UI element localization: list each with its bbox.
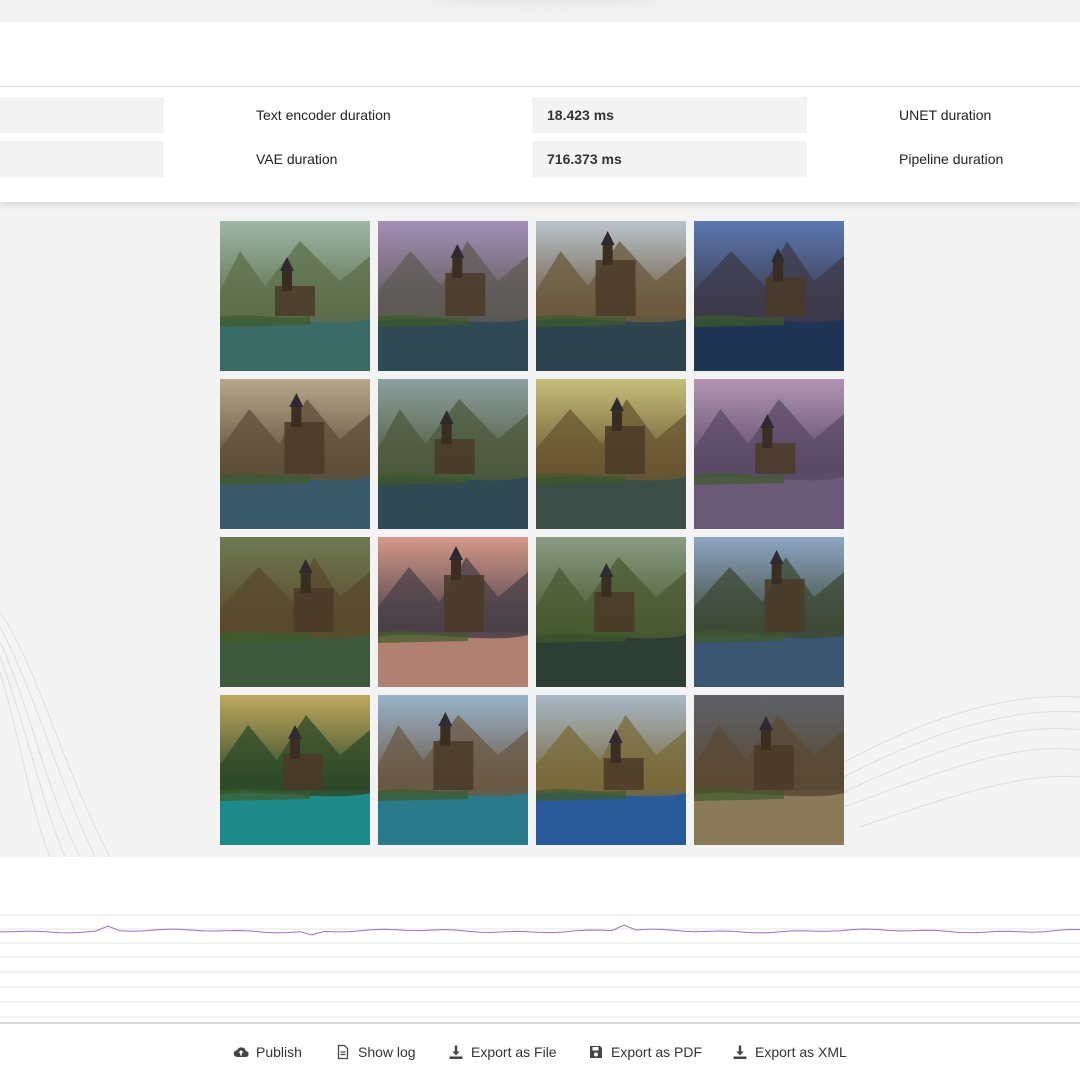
gallery-thumbnail[interactable] <box>220 221 370 371</box>
vae-value: 716.373 ms <box>547 151 622 167</box>
castle-lake-image <box>694 695 844 845</box>
castle-lake-image <box>220 221 370 371</box>
top-strip <box>0 0 1080 22</box>
gallery-thumbnail[interactable] <box>220 379 370 529</box>
castle-lake-image <box>536 695 686 845</box>
gallery-thumbnail[interactable] <box>378 379 528 529</box>
castle-lake-image <box>378 537 528 687</box>
download-icon <box>732 1044 748 1060</box>
vae-label: VAE duration <box>256 151 338 167</box>
gallery-thumbnail[interactable] <box>220 695 370 845</box>
publish-label: Publish <box>256 1044 302 1060</box>
text-encoder-label: Text encoder duration <box>256 107 391 123</box>
gallery-thumbnail[interactable] <box>694 221 844 371</box>
pipeline-label: Pipeline duration <box>899 151 1004 167</box>
metrics-line-chart <box>0 914 1080 1018</box>
publish-button[interactable]: Publish <box>233 1042 302 1062</box>
castle-lake-image <box>378 221 528 371</box>
metric-value-box-left-1 <box>0 97 164 133</box>
unet-label: UNET duration <box>899 107 992 123</box>
castle-lake-image <box>378 379 528 529</box>
download-icon <box>448 1044 464 1060</box>
text-encoder-value-box: 18.423 ms <box>532 97 807 133</box>
export-pdf-label: Export as PDF <box>611 1044 703 1060</box>
document-icon <box>335 1044 351 1060</box>
castle-lake-image <box>220 695 370 845</box>
vae-value-box: 716.373 ms <box>532 141 807 177</box>
gallery-thumbnail[interactable] <box>694 695 844 845</box>
gallery-thumbnail[interactable] <box>694 379 844 529</box>
castle-lake-image <box>220 379 370 529</box>
chart-series-line <box>0 924 1080 936</box>
save-disk-icon <box>588 1044 604 1060</box>
gallery-thumbnail[interactable] <box>220 537 370 687</box>
image-gallery <box>220 221 844 845</box>
castle-lake-image <box>220 537 370 687</box>
metrics-divider <box>0 86 1080 87</box>
metric-value-box-left-2 <box>0 141 164 177</box>
gallery-thumbnail[interactable] <box>536 537 686 687</box>
footer-toolbar: Publish Show log Export as File Export a… <box>0 1024 1080 1080</box>
gallery-thumbnail[interactable] <box>378 695 528 845</box>
castle-lake-image <box>536 379 686 529</box>
castle-lake-image <box>378 695 528 845</box>
metrics-panel: Text encoder duration 18.423 ms UNET dur… <box>0 22 1080 202</box>
show-log-button[interactable]: Show log <box>335 1042 416 1062</box>
castle-lake-image <box>536 221 686 371</box>
gallery-thumbnail[interactable] <box>378 221 528 371</box>
export-xml-label: Export as XML <box>755 1044 847 1060</box>
gallery-thumbnail[interactable] <box>378 537 528 687</box>
gallery-thumbnail[interactable] <box>536 695 686 845</box>
gallery-thumbnail[interactable] <box>536 221 686 371</box>
top-shadow <box>430 0 660 4</box>
export-xml-button[interactable]: Export as XML <box>732 1042 847 1062</box>
export-pdf-button[interactable]: Export as PDF <box>588 1042 702 1062</box>
cloud-upload-icon <box>233 1044 249 1060</box>
export-file-label: Export as File <box>471 1044 557 1060</box>
export-file-button[interactable]: Export as File <box>448 1042 557 1062</box>
text-encoder-value: 18.423 ms <box>547 107 614 123</box>
gallery-thumbnail[interactable] <box>536 379 686 529</box>
castle-lake-image <box>694 221 844 371</box>
castle-lake-image <box>694 537 844 687</box>
metrics-chart-panel <box>0 857 1080 1023</box>
show-log-label: Show log <box>358 1044 416 1060</box>
castle-lake-image <box>694 379 844 529</box>
gallery-thumbnail[interactable] <box>694 537 844 687</box>
castle-lake-image <box>536 537 686 687</box>
